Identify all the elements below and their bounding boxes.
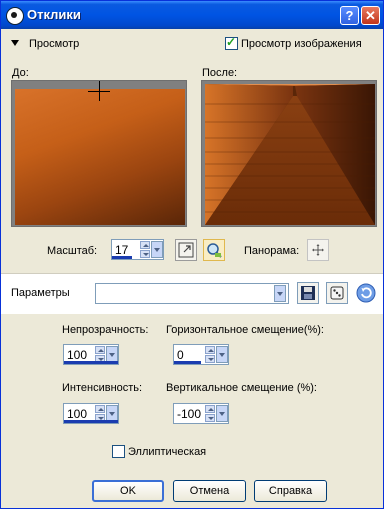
window-title: Отклики [27, 7, 81, 22]
v-offset-up-icon[interactable] [205, 405, 215, 413]
show-image-label[interactable]: Просмотр изображения [241, 38, 362, 50]
preview-section-label[interactable]: Просмотр [29, 38, 79, 50]
crosshair-vertical [99, 81, 100, 101]
zoom-level-bar [112, 256, 133, 259]
pan-button[interactable] [307, 239, 329, 261]
zoom-magnifier-icon [207, 243, 222, 258]
h-offset-level-bar [174, 361, 201, 364]
after-preview[interactable] [201, 80, 377, 227]
v-offset-value: -100 [177, 407, 202, 421]
h-offset-input[interactable]: 0 [173, 344, 229, 365]
zoom-spinner[interactable] [140, 241, 150, 258]
zoom-label: Масштаб: [47, 245, 98, 257]
show-image-checkbox[interactable] [225, 35, 238, 50]
opacity-input[interactable]: 100 [63, 344, 119, 365]
reset-icon [356, 283, 376, 303]
h-offset-up-icon[interactable] [205, 346, 215, 354]
fit-window-button[interactable] [175, 239, 197, 261]
opacity-label: Непрозрачность: [62, 324, 149, 336]
help-button[interactable]: Справка [254, 480, 327, 502]
intensity-value: 100 [67, 407, 88, 421]
opacity-level-bar [64, 361, 118, 364]
parameters-combo[interactable] [95, 283, 289, 304]
zoom-input[interactable]: 17 [111, 239, 164, 260]
help-title-button[interactable]: ? [340, 6, 359, 25]
intensity-up-icon[interactable] [95, 405, 105, 413]
zoom-up-icon[interactable] [140, 241, 150, 249]
v-offset-down-icon[interactable] [205, 414, 215, 422]
after-image [205, 84, 375, 225]
opacity-value: 100 [67, 348, 88, 362]
zoom-tool-button[interactable] [203, 239, 225, 261]
collapse-arrow-icon[interactable] [11, 40, 19, 46]
zoom-down-icon[interactable] [140, 250, 150, 258]
opacity-up-icon[interactable] [95, 346, 105, 354]
h-offset-label: Горизонтальное смещение(%): [166, 324, 324, 336]
v-offset-input[interactable]: -100 [173, 403, 229, 424]
intensity-input[interactable]: 100 [63, 403, 119, 424]
elliptical-label[interactable]: Эллиптическая [128, 446, 206, 458]
before-label: До: [12, 67, 29, 79]
settings-section: Непрозрачность: 100 Горизонтальное смеще… [1, 314, 383, 508]
v-offset-spinner[interactable] [205, 405, 215, 422]
title-bar[interactable]: Отклики ? ✕ [1, 1, 383, 29]
ok-button[interactable]: OK [92, 480, 164, 502]
before-image [15, 89, 185, 225]
v-offset-dropdown-icon[interactable] [216, 405, 228, 422]
zoom-value: 17 [115, 243, 129, 257]
intensity-level-bar [64, 420, 118, 423]
dialog-window: Отклики ? ✕ Просмотр Просмотр изображени… [0, 0, 384, 509]
pan-label: Панорама: [244, 245, 300, 257]
intensity-label: Интенсивность: [62, 382, 143, 394]
h-offset-down-icon[interactable] [205, 355, 215, 363]
before-preview[interactable] [11, 80, 187, 227]
reset-button[interactable] [355, 282, 377, 304]
parameters-dropdown-icon[interactable] [274, 285, 286, 302]
h-offset-dropdown-icon[interactable] [216, 346, 228, 363]
after-label: После: [202, 67, 238, 79]
close-button[interactable]: ✕ [361, 6, 380, 25]
pan-cross-icon [312, 244, 324, 256]
save-preset-button[interactable] [297, 282, 319, 304]
cancel-button[interactable]: Отмена [173, 480, 246, 502]
random-button[interactable] [326, 282, 348, 304]
save-disk-icon [301, 286, 315, 300]
zoom-dropdown-icon[interactable] [151, 241, 163, 258]
parameters-label: Параметры [11, 287, 70, 299]
elliptical-checkbox[interactable] [112, 445, 125, 458]
h-offset-value: 0 [177, 348, 184, 362]
parameters-bar: Параметры [1, 273, 383, 315]
v-offset-label: Вертикальное смещение (%): [166, 382, 317, 394]
preview-section: Просмотр Просмотр изображения До: После: [1, 29, 383, 273]
fit-window-icon [178, 242, 194, 258]
h-offset-spinner[interactable] [205, 346, 215, 363]
random-dice-icon [330, 286, 344, 300]
app-icon[interactable] [6, 7, 24, 25]
